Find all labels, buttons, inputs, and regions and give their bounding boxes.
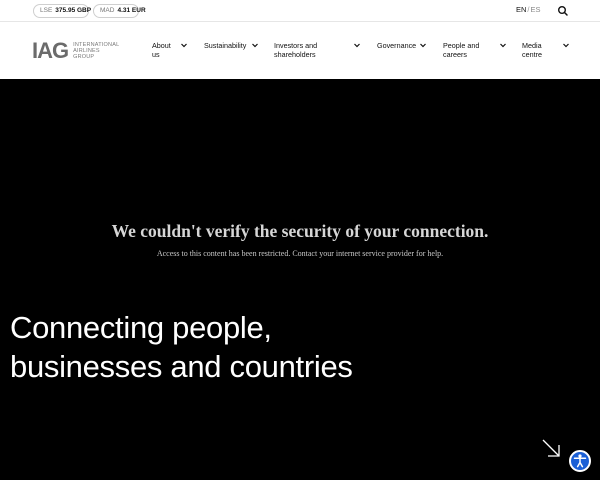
- stock-ticker-mad: MAD 4.31 EUR: [93, 4, 146, 18]
- logo-line: GROUP: [73, 54, 95, 60]
- stock-price: 375.95 GBP: [55, 7, 92, 14]
- chevron-down-icon: [500, 43, 506, 48]
- logo-wordmark: INTERNATIONAL AIRLINES GROUP: [73, 42, 119, 60]
- stock-exchange-label: MAD: [100, 7, 115, 14]
- chevron-down-icon: [420, 43, 426, 48]
- chevron-down-icon: [354, 43, 360, 48]
- scroll-down-button[interactable]: [540, 437, 562, 459]
- language-es-link[interactable]: ES: [531, 5, 541, 14]
- nav-investors-and-shareholders[interactable]: Investors and shareholders: [274, 41, 362, 59]
- nav-sustainability[interactable]: Sustainability: [204, 41, 260, 50]
- nav-label: People and: [443, 41, 480, 50]
- arrow-down-right-icon: [542, 439, 560, 457]
- accessibility-button[interactable]: [569, 450, 591, 472]
- nav-about-us[interactable]: About us: [152, 41, 188, 59]
- error-title: We couldn't verify the security of your …: [111, 221, 489, 241]
- language-separator: /: [527, 5, 530, 14]
- nav-label: Investors and: [274, 41, 318, 50]
- stock-price: 4.31 EUR: [117, 7, 146, 14]
- hero-headline-line-2: businesses and countries: [10, 349, 353, 384]
- search-icon: [558, 6, 568, 16]
- nav-label: us: [152, 50, 160, 59]
- iag-logo[interactable]: IAG INTERNATIONAL AIRLINES GROUP: [32, 38, 119, 64]
- accessibility-icon: [573, 454, 587, 468]
- utility-bar: LSE 375.95 GBP MAD 4.31 EUR EN/ES: [0, 0, 600, 22]
- language-en-link[interactable]: EN: [516, 5, 526, 14]
- main-header: IAG INTERNATIONAL AIRLINES GROUP About u…: [0, 22, 600, 79]
- nav-people-and-careers[interactable]: People and careers: [443, 41, 507, 59]
- nav-label: shareholders: [274, 50, 316, 59]
- stock-ticker-lse: LSE 375.95 GBP: [33, 4, 92, 18]
- nav-governance[interactable]: Governance: [377, 41, 427, 50]
- language-switcher: EN/ES: [516, 5, 541, 14]
- chevron-down-icon: [181, 43, 187, 48]
- nav-label: centre: [522, 50, 542, 59]
- chevron-down-icon: [563, 43, 569, 48]
- hero-section: [0, 79, 600, 480]
- search-button[interactable]: [556, 4, 570, 18]
- nav-label: careers: [443, 50, 467, 59]
- nav-media-centre[interactable]: Media centre: [522, 41, 570, 59]
- stock-exchange-label: LSE: [40, 7, 53, 14]
- hero-headline-line-1: Connecting people,: [10, 310, 272, 345]
- chevron-down-icon: [252, 43, 258, 48]
- logo-mark: IAG: [32, 38, 69, 63]
- error-message: Access to this content has been restrict…: [156, 249, 444, 258]
